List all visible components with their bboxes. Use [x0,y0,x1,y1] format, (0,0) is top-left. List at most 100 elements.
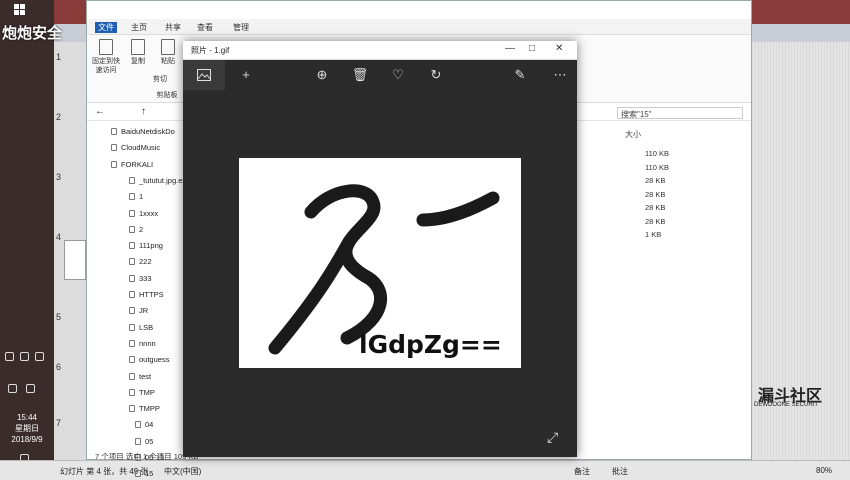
nav-item-label: CloudMusic [121,143,161,153]
rotate-button[interactable]: ↻ [427,66,445,84]
pin-icon [99,39,113,55]
explorer-ribbon-tabs: 文件 主页 共享 查看 管理 [87,19,751,35]
slide-thumbnail[interactable] [64,240,86,280]
nav-item[interactable]: TMP [129,388,155,402]
more-button[interactable]: ⋯ [551,66,569,84]
volume-icon[interactable] [20,352,29,361]
tab-file[interactable]: 文件 [95,22,117,33]
slide-number: 2 [56,112,62,122]
nav-item[interactable]: 1 [129,192,143,206]
battery-icon[interactable] [35,352,44,361]
nav-item[interactable]: 04 [135,420,153,434]
nav-item[interactable]: 1xxxx [129,209,158,223]
nav-item[interactable]: CloudMusic [111,143,160,157]
nav-item[interactable]: JR [129,306,148,320]
language-indicator[interactable]: 中文(中国) [164,466,201,477]
slide-thumbnail-strip: 1 2 3 4 5 6 7 [54,42,88,460]
nav-item[interactable]: 2 [129,225,143,239]
tab-home[interactable]: 主页 [131,22,147,33]
maximize-button[interactable]: □ [529,43,535,54]
windows-icon[interactable] [14,4,26,16]
tab-share[interactable]: 共享 [165,22,181,33]
nav-item[interactable]: _tututut.jpg.ext [129,176,188,190]
folder-icon [111,128,117,135]
nav-item[interactable]: test [129,372,151,386]
folder-icon [129,323,135,331]
folder-icon [129,209,135,217]
explorer-title-bar [87,1,751,19]
slide-number: 1 [56,52,62,62]
nav-item[interactable]: HTTPS [129,290,164,304]
fullscreen-expand-icon[interactable]: ⤢ [547,429,563,445]
watermark-subtext: DEWDOONE SECURIT [754,402,819,408]
folder-icon [129,225,135,233]
rotate-icon: ↻ [430,67,442,82]
folder-icon [129,274,135,282]
folder-icon [111,144,117,152]
edit-icon: ✎ [514,67,526,82]
tab-view[interactable]: 查看 [197,22,213,33]
nav-item-label: 222 [139,257,152,267]
folder-icon [129,193,135,201]
folder-icon [129,258,135,266]
image-caption-text: lGdpZg== [359,330,502,359]
displayed-image[interactable]: lGdpZg== [239,158,521,368]
notes-button[interactable]: 备注 [574,466,590,477]
close-button[interactable]: ✕ [555,43,563,54]
pin-label: 固定到快速访问 [92,58,120,74]
nav-item-label: HTTPS [139,290,164,299]
search-input[interactable]: 搜索"15" [617,107,743,119]
nav-item[interactable]: 15 [135,469,153,480]
up-arrow-icon[interactable]: ↑ [141,106,146,117]
paste-icon [161,39,175,55]
favorite-button[interactable]: ♡ [389,66,407,84]
viewer-title-bar: 照片 - 1.gif — □ ✕ [183,41,577,60]
presentation-status-bar: 幻灯片 第 4 张，共 49 张 中文(中国) 备注 批注 80% [0,460,850,480]
nav-item[interactable]: nnnn [129,339,156,353]
nav-item-label: outguess [139,355,170,365]
add-button[interactable]: + [237,66,255,84]
nav-item[interactable]: BaiduNetdiskDo [111,127,175,141]
nav-item-label: FORKALI [121,159,154,169]
back-arrow-icon[interactable]: ← [95,106,105,117]
minimize-button[interactable]: — [505,43,515,54]
nav-item-label: BaiduNetdiskDo [121,127,175,136]
delete-button[interactable]: 🗑 [351,66,369,84]
nav-item[interactable]: outguess [129,355,169,369]
folder-icon [129,291,135,298]
paste-button[interactable]: 粘贴 [151,39,185,66]
gallery-button[interactable] [183,60,225,90]
viewer-title: 照片 - 1.gif [191,46,230,55]
navigation-pane: BaiduNetdiskDo CloudMusic FORKALI _tututut.… [87,123,188,478]
zoom-button[interactable]: ⊕ [313,66,331,84]
comments-button[interactable]: 批注 [612,466,628,477]
edit-button[interactable]: ✎ [511,66,529,84]
pin-quick-access-button[interactable]: 固定到快速访问 [89,39,123,75]
nav-item[interactable]: 05 [135,437,153,451]
heart-icon: ♡ [392,67,404,82]
clipboard-group-label: 剪贴板 [149,91,185,100]
wifi-icon[interactable] [8,384,17,393]
file-size-cell: 28 KB [645,189,666,199]
input-method-icon[interactable] [26,384,35,393]
taskbar-clock[interactable]: 15:44 星期日 2018/9/9 [0,412,54,445]
nav-item-label: test [139,371,152,381]
nav-item[interactable]: 333 [129,274,152,288]
more-icon: ⋯ [553,67,567,82]
nav-item[interactable]: LSB [129,323,153,337]
nav-item[interactable]: FORKALI [111,160,153,174]
slide-number: 6 [56,362,62,372]
nav-item[interactable]: 222 [129,257,152,271]
network-icon[interactable] [5,352,14,361]
folder-icon [129,356,135,364]
brand-label: 炮炮安全 [2,25,63,42]
copy-button[interactable]: 复制 [121,39,155,66]
size-column-header[interactable]: 大小 [625,129,641,140]
nav-item[interactable]: TMPP [129,404,160,418]
tab-manage[interactable]: 管理 [233,22,249,33]
cut-button[interactable]: 剪切 [153,75,183,84]
nav-item-label: _tututut.jpg.ext [139,175,189,185]
nav-item[interactable]: 111png [129,241,163,255]
delete-icon: 🗑 [351,67,369,82]
zoom-level[interactable]: 80% [816,466,832,475]
